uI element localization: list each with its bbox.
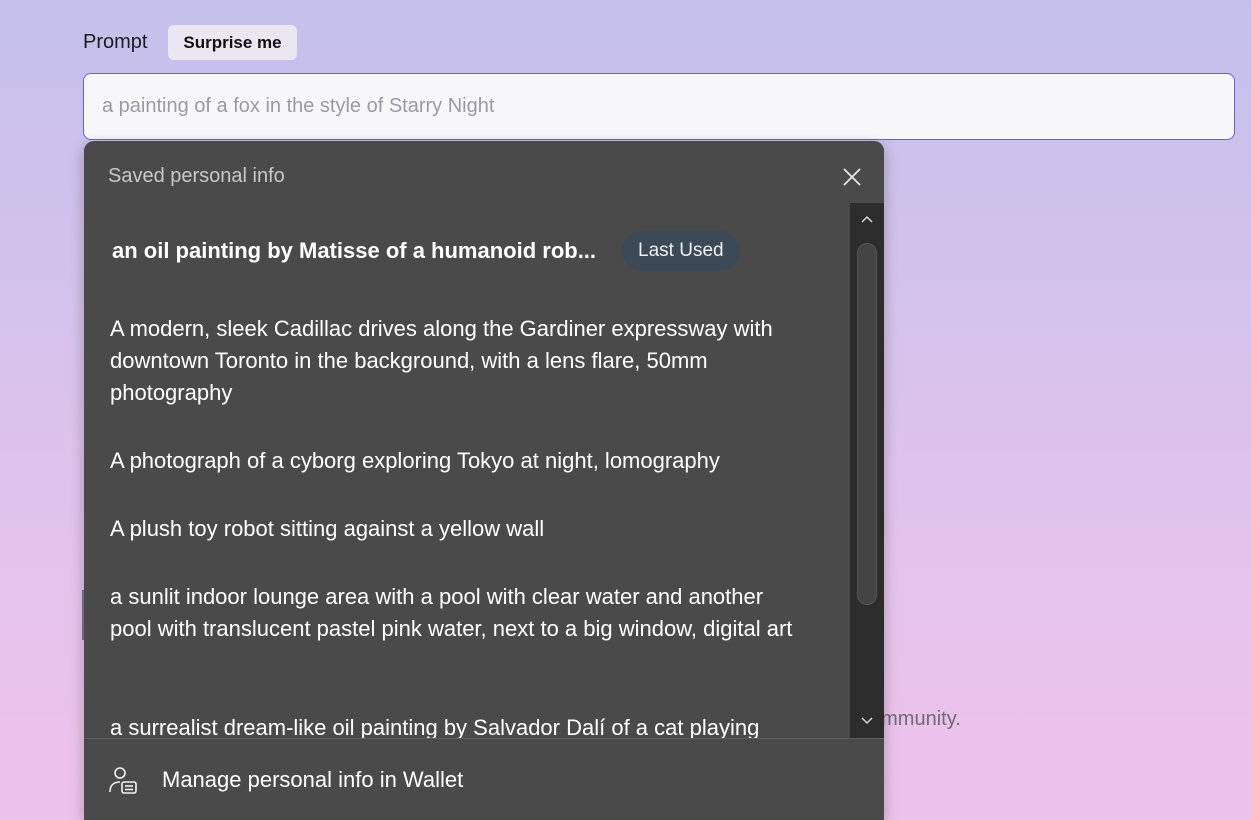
suggestion-item[interactable]: an oil painting by Matisse of a humanoid… xyxy=(112,227,832,275)
suggestion-item[interactable]: A photograph of a cyborg exploring Tokyo… xyxy=(110,445,800,477)
popup-title: Saved personal info xyxy=(108,165,285,187)
scroll-up-button[interactable] xyxy=(850,205,884,233)
suggestion-item[interactable]: A modern, sleek Cadillac drives along th… xyxy=(110,313,800,409)
scroll-down-button[interactable] xyxy=(850,707,884,735)
suggestion-item[interactable]: a surrealist dream-like oil painting by … xyxy=(110,712,800,738)
close-button[interactable] xyxy=(836,161,868,193)
scrollbar[interactable] xyxy=(850,203,884,738)
suggestion-item[interactable]: A plush toy robot sitting against a yell… xyxy=(110,513,800,545)
suggestion-list: an oil painting by Matisse of a humanoid… xyxy=(84,205,850,738)
surprise-me-button[interactable]: Surprise me xyxy=(168,25,297,60)
scroll-thumb[interactable] xyxy=(857,243,877,605)
autofill-popup: Saved personal info an oil painting by M… xyxy=(84,141,884,820)
suggestion-text: an oil painting by Matisse of a humanoid… xyxy=(112,238,597,263)
manage-wallet-label: Manage personal info in Wallet xyxy=(162,766,464,792)
suggestion-text: A plush toy robot sitting against a yell… xyxy=(110,516,545,541)
close-icon xyxy=(843,168,861,186)
suggestion-item[interactable]: a sunlit indoor lounge area with a pool … xyxy=(110,581,800,645)
suggestion-text: a sunlit indoor lounge area with a pool … xyxy=(110,584,793,641)
suggestion-text: A photograph of a cyborg exploring Tokyo… xyxy=(110,448,720,473)
prompt-label: Prompt xyxy=(83,31,148,53)
prompt-input[interactable] xyxy=(83,73,1235,140)
person-wallet-icon xyxy=(109,766,137,794)
suggestion-text: a surrealist dream-like oil painting by … xyxy=(110,715,760,738)
manage-wallet-link[interactable]: Manage personal info in Wallet xyxy=(84,738,884,820)
suggestion-text: A modern, sleek Cadillac drives along th… xyxy=(110,316,773,405)
last-used-badge: Last Used xyxy=(622,231,740,271)
chevron-up-icon xyxy=(861,215,873,223)
chevron-down-icon xyxy=(861,717,873,725)
